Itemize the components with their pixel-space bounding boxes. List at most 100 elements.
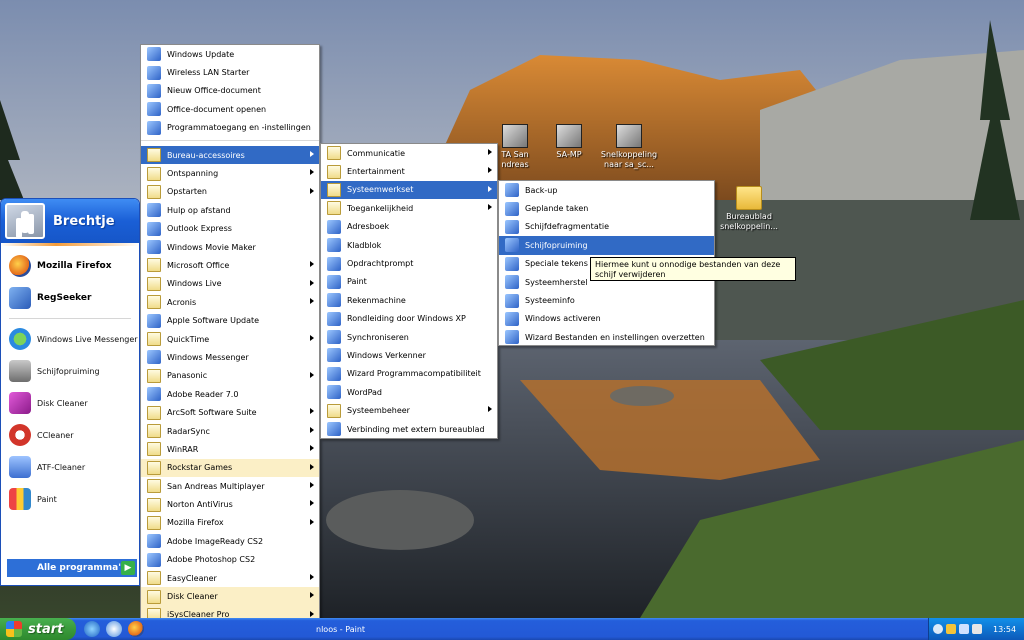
menu-item-paint[interactable]: Paint	[321, 273, 497, 291]
menu-item-disk-cleaner[interactable]: Disk Cleaner	[141, 587, 319, 606]
security-shield-icon[interactable]	[946, 624, 956, 634]
menu-item-schijfdefragmentatie[interactable]: Schijfdefragmentatie	[499, 218, 714, 236]
menu-item-programmatoegang-en-instellingen[interactable]: Programmatoegang en -instellingen	[141, 119, 319, 137]
menu-item-adobe-photoshop-cs2[interactable]: Adobe Photoshop CS2	[141, 551, 319, 569]
menu-item-wireless-lan-starter[interactable]: Wireless LAN Starter	[141, 63, 319, 81]
menu-item-label: Windows activeren	[525, 314, 601, 324]
start-button[interactable]: start	[0, 618, 76, 640]
menu-item-windows-verkenner[interactable]: Windows Verkenner	[321, 346, 497, 364]
menu-item-rekenmachine[interactable]: Rekenmachine	[321, 291, 497, 309]
menu-item-rockstar-games[interactable]: Rockstar Games	[141, 458, 319, 477]
program-folder-icon	[327, 201, 341, 216]
activate-icon	[505, 311, 519, 326]
menu-item-apple-software-update[interactable]: Apple Software Update	[141, 311, 319, 329]
menu-item-label: Systeembeheer	[347, 406, 410, 416]
firefox-icon[interactable]	[128, 621, 144, 637]
menu-item-windows-messenger[interactable]: Windows Messenger	[141, 348, 319, 366]
menu-item-systeemwerkset[interactable]: Systeemwerkset	[321, 180, 497, 200]
menu-item-panasonic[interactable]: Panasonic	[141, 367, 319, 385]
chevron-left-icon[interactable]	[933, 624, 943, 634]
menu-item-label: RadarSync	[167, 426, 210, 436]
menu-item-kladblok[interactable]: Kladblok	[321, 236, 497, 254]
recent-item-disk-cleaner[interactable]: Disk Cleaner	[1, 387, 139, 419]
menu-item-label: Systeeminfo	[525, 296, 575, 306]
menu-item-winrar[interactable]: WinRAR	[141, 440, 319, 458]
menu-item-arcsoft-software-suite[interactable]: ArcSoft Software Suite	[141, 403, 319, 421]
volume-icon[interactable]	[972, 624, 982, 634]
menu-item-adobe-reader-7-0[interactable]: Adobe Reader 7.0	[141, 385, 319, 403]
recent-item-atf-cleaner[interactable]: ATF-Cleaner	[1, 451, 139, 483]
programs-menu-items: Bureau-accessoires Ontspanning Opstarten Hu…	[141, 145, 319, 640]
menu-item-windows-activeren[interactable]: Windows activeren	[499, 310, 714, 328]
menu-item-systeembeheer[interactable]: Systeembeheer	[321, 401, 497, 419]
menu-item-label: Rondleiding door Windows XP	[347, 314, 466, 324]
desktop-icon-folder[interactable]: Bureaublad snelkoppelin...	[714, 186, 784, 232]
menu-item-back-up[interactable]: Back-up	[499, 181, 714, 199]
recent-item-disk-cleanup[interactable]: Schijfopruiming	[1, 355, 139, 387]
menu-item-nieuw-office-document[interactable]: Nieuw Office-document	[141, 82, 319, 100]
menu-item-wizard-programmacompatibiliteit[interactable]: Wizard Programmacompatibiliteit	[321, 365, 497, 383]
ie-icon[interactable]	[84, 621, 100, 637]
wordpad-icon	[327, 385, 341, 400]
all-programs-button[interactable]: Alle programma's ▶	[7, 559, 137, 577]
menu-item-verbinding-met-extern-bureaublad[interactable]: Verbinding met extern bureaublad	[321, 420, 497, 438]
menu-item-rondleiding-door-windows-xp[interactable]: Rondleiding door Windows XP	[321, 310, 497, 328]
menu-item-acronis[interactable]: Acronis	[141, 293, 319, 311]
menu-item-wizard-bestanden-en-instellingen-overzetten[interactable]: Wizard Bestanden en instellingen overzet…	[499, 328, 714, 346]
recent-item-messenger[interactable]: Windows Live Messenger	[1, 323, 139, 355]
cmd-icon	[327, 256, 341, 271]
menu-item-opdrachtprompt[interactable]: Opdrachtprompt	[321, 254, 497, 272]
submenu-arrow-icon	[310, 500, 314, 507]
menu-item-toegankelijkheid[interactable]: Toegankelijkheid	[321, 199, 497, 217]
tooltip-text: Hiermee kunt u onnodige bestanden van de…	[595, 260, 781, 279]
menu-item-ontspanning[interactable]: Ontspanning	[141, 164, 319, 182]
recent-item-paint[interactable]: Paint	[1, 483, 139, 515]
pinned-item-regseeker[interactable]: RegSeeker	[1, 282, 139, 314]
program-folder-icon	[327, 403, 341, 418]
menu-item-san-andreas-multiplayer[interactable]: San Andreas Multiplayer	[141, 477, 319, 495]
menu-item-windows-movie-maker[interactable]: Windows Movie Maker	[141, 238, 319, 256]
menu-item-quicktime[interactable]: QuickTime	[141, 330, 319, 348]
menu-item-mozilla-firefox[interactable]: Mozilla Firefox	[141, 514, 319, 532]
menu-item-entertainment[interactable]: Entertainment	[321, 162, 497, 180]
menu-item-label: Paint	[347, 277, 367, 287]
menu-item-outlook-express[interactable]: Outlook Express	[141, 220, 319, 238]
menu-item-geplande-taken[interactable]: Geplande taken	[499, 199, 714, 217]
menu-item-opstarten[interactable]: Opstarten	[141, 183, 319, 201]
menu-item-norton-antivirus[interactable]: Norton AntiVirus	[141, 495, 319, 513]
menu-item-schijfopruiming[interactable]: Schijfopruiming	[499, 236, 714, 255]
menu-item-windows-update[interactable]: Windows Update	[141, 45, 319, 63]
menu-item-adresboek[interactable]: Adresboek	[321, 218, 497, 236]
program-folder-icon	[147, 405, 161, 420]
program-folder-icon	[327, 182, 341, 197]
taskbar-button-paint[interactable]: nloos - Paint	[300, 620, 450, 638]
menu-item-label: Wizard Programmacompatibiliteit	[347, 369, 481, 379]
menu-item-synchroniseren[interactable]: Synchroniseren	[321, 328, 497, 346]
menu-item-microsoft-office[interactable]: Microsoft Office	[141, 256, 319, 274]
submenu-arrow-icon	[488, 204, 492, 211]
desktop-icon-shortcut[interactable]: Snelkoppeling naar sa_sc...	[594, 124, 664, 170]
menu-item-communicatie[interactable]: Communicatie	[321, 144, 497, 162]
clock: 13:54	[993, 624, 1017, 634]
submenu-arrow-icon	[310, 261, 314, 268]
menu-item-easycleaner[interactable]: EasyCleaner	[141, 569, 319, 587]
network-icon[interactable]	[959, 624, 969, 634]
menu-item-radarsync[interactable]: RadarSync	[141, 422, 319, 440]
menu-item-wordpad[interactable]: WordPad	[321, 383, 497, 401]
program-folder-icon	[327, 164, 341, 179]
menu-item-hulp-op-afstand[interactable]: Hulp op afstand	[141, 201, 319, 219]
menu-item-windows-live[interactable]: Windows Live	[141, 275, 319, 293]
menu-item-office-document-openen[interactable]: Office-document openen	[141, 100, 319, 118]
menu-item-label: Opstarten	[167, 187, 207, 197]
menu-item-systeeminfo[interactable]: Systeeminfo	[499, 291, 714, 309]
program-folder-icon	[147, 571, 161, 586]
user-avatar[interactable]	[5, 203, 45, 239]
menu-item-adobe-imageready-cs2[interactable]: Adobe ImageReady CS2	[141, 532, 319, 550]
menu-item-label: Panasonic	[167, 371, 208, 381]
menu-item-bureau-accessoires[interactable]: Bureau-accessoires	[141, 145, 319, 165]
recent-item-ccleaner[interactable]: CCleaner	[1, 419, 139, 451]
explorer-icon	[327, 348, 341, 363]
show-desktop-icon[interactable]	[106, 621, 122, 637]
menu-item-label: Rekenmachine	[347, 295, 406, 305]
pinned-item-firefox[interactable]: Mozilla Firefox	[1, 250, 139, 282]
